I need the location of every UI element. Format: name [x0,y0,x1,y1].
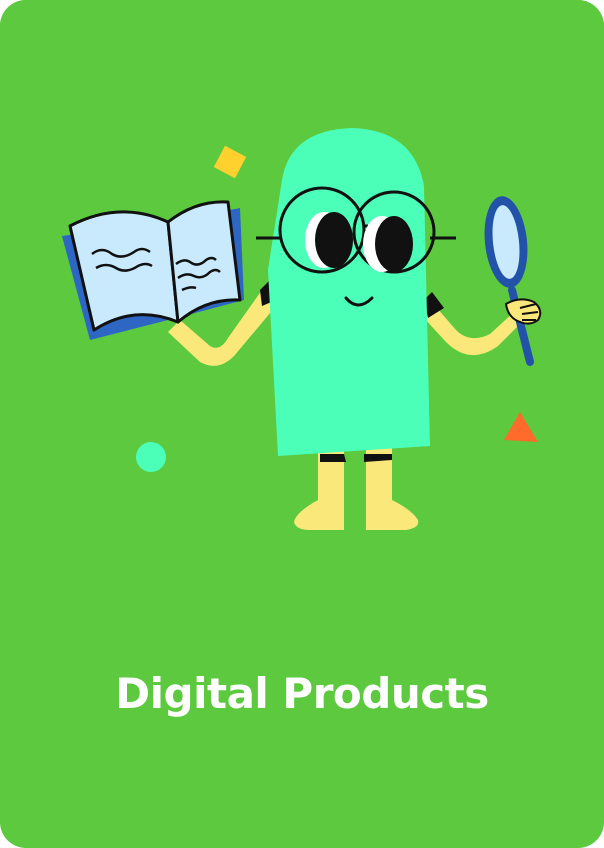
card-illustration [0,0,604,620]
digital-products-card[interactable]: Digital Products [0,0,604,848]
card-title: Digital Products [115,669,489,718]
confetti-circle-icon [136,442,166,472]
character-body [268,128,430,456]
